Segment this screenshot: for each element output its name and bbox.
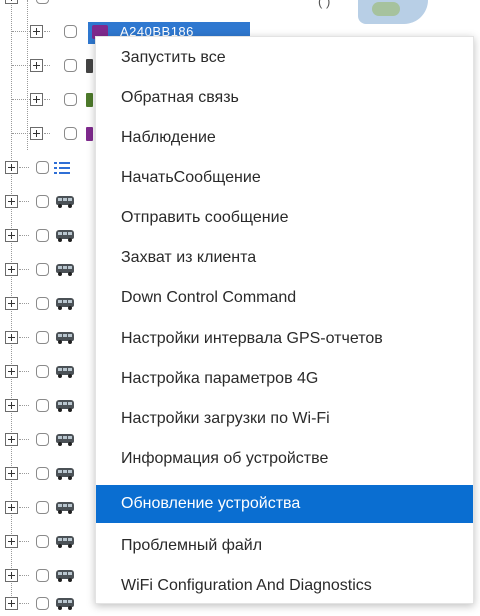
- menu-item-wifi-config-diagnostics[interactable]: WiFi Configuration And Diagnostics: [96, 567, 473, 605]
- tree-checkbox[interactable]: [36, 331, 49, 344]
- map-preview: [358, 0, 428, 24]
- tree-checkbox[interactable]: [64, 25, 77, 38]
- tree-top-fragment: ( ): [318, 0, 331, 9]
- context-menu: Запустить все Обратная связь Наблюдение …: [95, 36, 474, 604]
- device-icon: [86, 93, 93, 107]
- tree-row[interactable]: [0, 56, 95, 78]
- tree-row[interactable]: [0, 566, 95, 588]
- menu-item-wifi-download-settings[interactable]: Настройки загрузки по Wi-Fi: [96, 400, 473, 438]
- tree-row[interactable]: [0, 226, 95, 248]
- expand-icon[interactable]: [5, 597, 18, 610]
- expand-icon[interactable]: [5, 399, 18, 412]
- expand-icon[interactable]: [5, 365, 18, 378]
- menu-item-gps-report-interval[interactable]: Настройки интервала GPS-отчетов: [96, 320, 473, 358]
- tree-checkbox[interactable]: [36, 467, 49, 480]
- menu-item-device-info[interactable]: Информация об устройстве: [96, 440, 473, 478]
- expand-icon[interactable]: [5, 467, 18, 480]
- bus-icon: [56, 598, 74, 610]
- tree-checkbox[interactable]: [36, 263, 49, 276]
- bus-icon: [56, 298, 74, 310]
- tree-checkbox[interactable]: [64, 93, 77, 106]
- tree-checkbox[interactable]: [36, 501, 49, 514]
- menu-item-problem-file[interactable]: Проблемный файл: [96, 527, 473, 565]
- expand-icon[interactable]: [30, 59, 43, 72]
- bus-icon: [56, 536, 74, 548]
- menu-item-4g-settings[interactable]: Настройка параметров 4G: [96, 360, 473, 398]
- bus-icon: [56, 502, 74, 514]
- bus-icon: [56, 468, 74, 480]
- tree-row[interactable]: [0, 192, 95, 214]
- tree-row[interactable]: [0, 532, 95, 554]
- tree-checkbox[interactable]: [36, 433, 49, 446]
- tree-checkbox[interactable]: [36, 365, 49, 378]
- tree-row[interactable]: [0, 594, 95, 616]
- tree-row[interactable]: [0, 396, 95, 418]
- bus-icon: [56, 570, 74, 582]
- tree-checkbox[interactable]: [36, 597, 49, 610]
- tree-checkbox[interactable]: [64, 59, 77, 72]
- expand-icon[interactable]: [5, 331, 18, 344]
- device-icon: [86, 59, 93, 73]
- expand-icon[interactable]: [5, 297, 18, 310]
- expand-icon[interactable]: [5, 195, 18, 208]
- tree-row[interactable]: [0, 498, 95, 520]
- tree-row[interactable]: [0, 464, 95, 486]
- tree-checkbox[interactable]: [36, 229, 49, 242]
- tree-row[interactable]: [0, 260, 95, 282]
- bus-icon: [56, 434, 74, 446]
- tree-row[interactable]: [0, 328, 95, 350]
- expand-icon[interactable]: [5, 263, 18, 276]
- list-icon: [54, 161, 70, 175]
- expand-icon[interactable]: [5, 569, 18, 582]
- expand-icon[interactable]: [5, 535, 18, 548]
- expand-icon[interactable]: [5, 161, 18, 174]
- tree-checkbox[interactable]: [36, 0, 49, 4]
- menu-item-device-update[interactable]: Обновление устройства: [96, 485, 473, 523]
- tree-checkbox[interactable]: [36, 399, 49, 412]
- tree-checkbox[interactable]: [36, 161, 49, 174]
- tree-checkbox[interactable]: [36, 297, 49, 310]
- menu-item-down-control-command[interactable]: Down Control Command: [96, 279, 473, 317]
- tree-row[interactable]: [0, 362, 95, 384]
- expand-icon[interactable]: [30, 25, 43, 38]
- bus-icon: [56, 332, 74, 344]
- expand-icon[interactable]: [30, 93, 43, 106]
- bus-icon: [56, 366, 74, 378]
- tree-checkbox[interactable]: [36, 195, 49, 208]
- menu-item-feedback[interactable]: Обратная связь: [96, 79, 473, 117]
- bus-icon: [56, 400, 74, 412]
- menu-item-start-all[interactable]: Запустить все: [96, 39, 473, 77]
- tree-row[interactable]: [0, 0, 90, 10]
- menu-item-start-message[interactable]: НачатьСообщение: [96, 159, 473, 197]
- device-icon: [86, 127, 93, 141]
- expand-icon[interactable]: [5, 501, 18, 514]
- tree-checkbox[interactable]: [36, 569, 49, 582]
- tree-row[interactable]: [0, 90, 95, 112]
- tree-checkbox[interactable]: [36, 535, 49, 548]
- expand-icon[interactable]: [30, 127, 43, 140]
- tree-row[interactable]: [0, 158, 95, 180]
- bus-icon: [56, 264, 74, 276]
- tree-row[interactable]: [0, 430, 95, 452]
- tree-row[interactable]: [0, 294, 95, 316]
- tree-checkbox[interactable]: [64, 127, 77, 140]
- bus-icon: [56, 230, 74, 242]
- expand-icon[interactable]: [5, 0, 18, 4]
- menu-item-send-message[interactable]: Отправить сообщение: [96, 199, 473, 237]
- expand-icon[interactable]: [5, 433, 18, 446]
- bus-icon: [56, 196, 74, 208]
- expand-icon[interactable]: [5, 229, 18, 242]
- tree-row[interactable]: [0, 124, 95, 146]
- menu-item-capture-from-client[interactable]: Захват из клиента: [96, 239, 473, 277]
- menu-item-monitoring[interactable]: Наблюдение: [96, 119, 473, 157]
